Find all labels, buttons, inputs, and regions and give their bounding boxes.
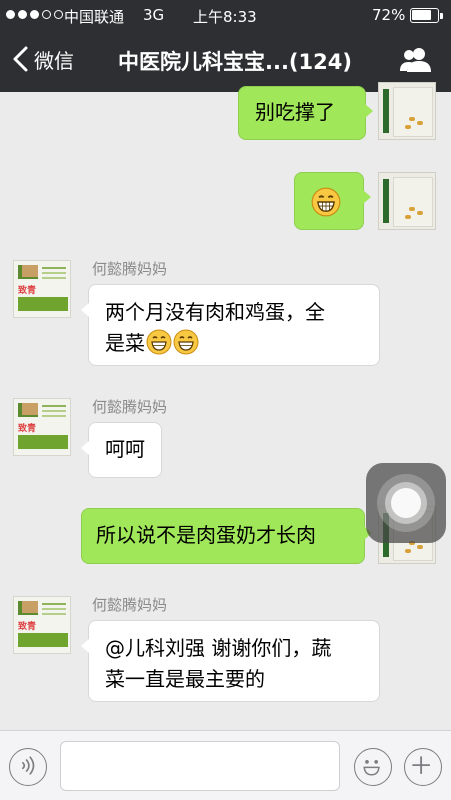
sender-avatar[interactable]: 致青春 xyxy=(13,398,71,456)
chat-screen: 中国联通 3G 上午8:33 72% 微信 中医院儿科宝宝...(124) 别吃… xyxy=(0,0,451,800)
message-bubble-sent[interactable]: 所以说不是肉蛋奶才长肉 xyxy=(81,508,372,564)
battery-icon xyxy=(410,8,443,23)
my-avatar[interactable] xyxy=(378,82,436,140)
avatar-logo-text: 致青春 xyxy=(18,424,37,447)
sender-name: 何懿腾妈妈 xyxy=(92,398,168,416)
back-button[interactable]: 微信 xyxy=(10,44,74,74)
message-text-line: 是菜 xyxy=(105,331,145,355)
message-bubble-sent[interactable] xyxy=(294,172,371,230)
chat-title: 中医院儿科宝宝...(124) xyxy=(118,50,352,74)
back-label: 微信 xyxy=(34,48,74,73)
message-bubble-sent[interactable]: 别吃撑了 xyxy=(238,86,373,140)
message-input[interactable] xyxy=(60,741,340,791)
chevron-left-icon xyxy=(13,46,28,72)
grin-emoji-icon xyxy=(311,187,341,217)
smiley-icon xyxy=(363,760,380,776)
message-text: 别吃撑了 xyxy=(255,100,335,124)
more-button[interactable] xyxy=(404,748,442,786)
plus-icon xyxy=(412,756,430,774)
emoji-button[interactable] xyxy=(354,748,392,786)
message-text: 呵呵 xyxy=(105,437,145,461)
battery-percent: 72% xyxy=(372,6,406,24)
grin-emoji-icon xyxy=(146,329,172,355)
message-text-line-with-emoji: 是菜 xyxy=(105,328,363,359)
sender-name: 何懿腾妈妈 xyxy=(92,596,168,614)
message-text-line: 两个月没有肉和鸡蛋，全 xyxy=(105,300,325,324)
message-bubble-received[interactable]: 呵呵 xyxy=(81,422,162,478)
status-bar: 中国联通 3G 上午8:33 72% xyxy=(0,0,451,30)
carrier-name: 中国联通 xyxy=(64,8,125,26)
header: 中国联通 3G 上午8:33 72% 微信 中医院儿科宝宝...(124) xyxy=(0,0,451,92)
input-bar xyxy=(0,730,451,800)
signal-strength-icon xyxy=(6,10,63,19)
message-text: 所以说不是肉蛋奶才长肉 xyxy=(96,523,316,547)
message-bubble-received[interactable]: 两个月没有肉和鸡蛋，全 是菜 xyxy=(81,284,380,366)
sender-avatar[interactable]: 致青春 xyxy=(13,260,71,318)
message-text-line: @儿科刘强 谢谢你们，蔬 xyxy=(105,636,332,660)
group-members-icon[interactable] xyxy=(398,44,434,74)
avatar-logo-text: 致青春 xyxy=(18,622,37,645)
my-avatar[interactable] xyxy=(378,172,436,230)
message-bubble-received[interactable]: @儿科刘强 谢谢你们，蔬 菜一直是最主要的 xyxy=(81,620,380,702)
message-text-line: 菜一直是最主要的 xyxy=(105,667,265,691)
sender-name: 何懿腾妈妈 xyxy=(92,260,168,278)
network-type: 3G xyxy=(143,6,165,24)
avatar-logo-text: 致青春 xyxy=(18,286,37,309)
voice-icon xyxy=(22,756,35,775)
voice-button[interactable] xyxy=(9,748,47,786)
assistive-touch-button[interactable] xyxy=(366,463,446,543)
sender-avatar[interactable]: 致青春 xyxy=(13,596,71,654)
status-time: 上午8:33 xyxy=(193,8,257,26)
grin-emoji-icon xyxy=(173,329,199,355)
